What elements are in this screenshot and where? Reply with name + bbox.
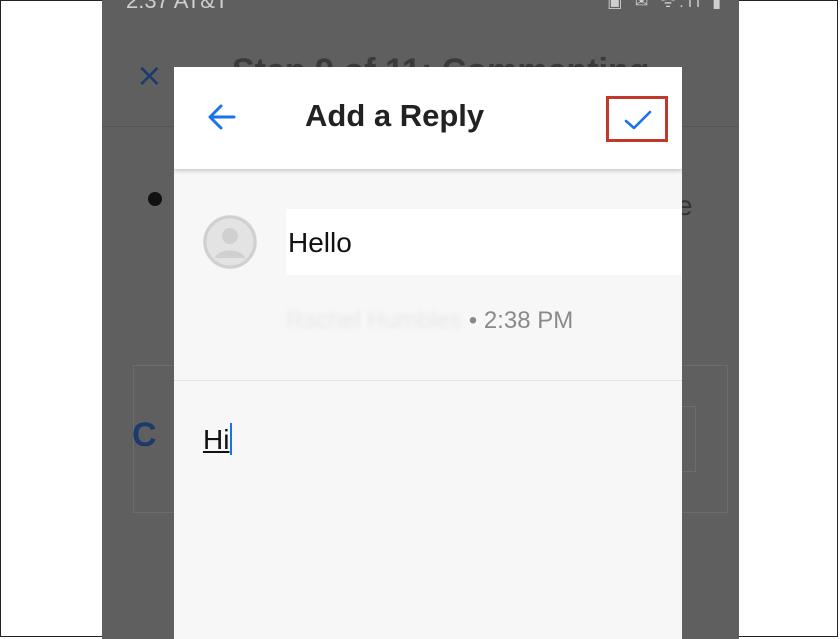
background-bullet — [148, 192, 162, 206]
background-button-label: C — [132, 416, 157, 454]
status-bar: 2:37 AT&T ▣ ✉ ᯤ.ıl ▮ — [102, 0, 739, 14]
comment-time: 2:38 PM — [483, 307, 574, 334]
comment-author: Rachel Humbles — [286, 307, 463, 334]
status-icons: ▣ ✉ ᯤ.ıl ▮ — [607, 0, 725, 11]
dialog-header: Add a Reply — [174, 67, 682, 169]
meta-separator: • — [468, 307, 478, 334]
text-cursor — [230, 423, 233, 455]
reply-input-value: Hi — [203, 424, 230, 455]
comment-bubble: Hello — [286, 209, 682, 275]
comment-meta: Rachel Humbles • 2:38 PM — [286, 307, 573, 335]
user-avatar-icon — [203, 215, 257, 269]
reply-input[interactable]: Hi — [203, 423, 643, 467]
confirm-reply-button[interactable] — [606, 96, 668, 142]
checkmark-icon — [624, 110, 652, 130]
divider — [174, 380, 682, 381]
comment-text: Hello — [288, 227, 352, 258]
background-close-icon[interactable]: × — [136, 56, 163, 94]
arrow-left-icon[interactable] — [204, 99, 240, 135]
dialog-title: Add a Reply — [305, 98, 485, 133]
status-time: 2:37 AT&T — [126, 0, 229, 13]
add-reply-dialog: Add a Reply Hello Rachel Humbles • 2:38 … — [174, 67, 682, 639]
